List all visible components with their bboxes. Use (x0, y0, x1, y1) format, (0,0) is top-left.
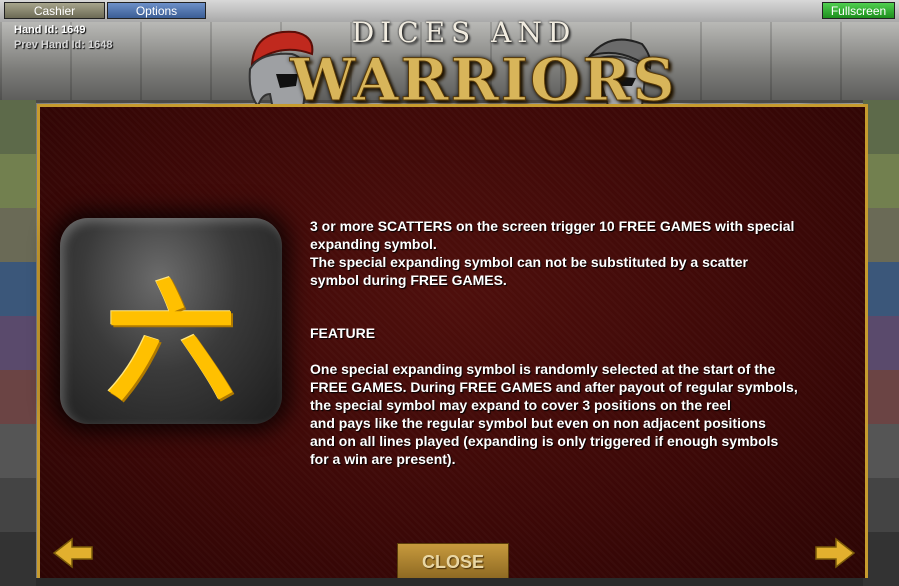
expanding-symbol-tile: 六 (60, 218, 282, 424)
arrow-left-icon[interactable] (52, 537, 94, 569)
options-button[interactable]: Options (107, 2, 206, 19)
arrow-right-icon[interactable] (814, 537, 856, 569)
prev-hand-id: Prev Hand Id: 1648 (14, 39, 113, 51)
scatter-description: 3 or more SCATTERS on the screen trigger… (310, 218, 795, 288)
right-reel-edge (863, 100, 899, 586)
close-button[interactable]: CLOSE (397, 543, 509, 578)
fullscreen-button[interactable]: Fullscreen (822, 2, 895, 19)
cashier-button[interactable]: Cashier (4, 2, 105, 19)
left-reel-edge (0, 100, 36, 586)
hand-id: Hand Id: 1649 (14, 24, 86, 36)
logo-line1: DICES AND (351, 16, 577, 49)
feature-heading: FEATURE (310, 325, 376, 341)
feature-description: One special expanding symbol is randomly… (310, 361, 798, 467)
symbol-glyph: 六 (105, 267, 236, 419)
